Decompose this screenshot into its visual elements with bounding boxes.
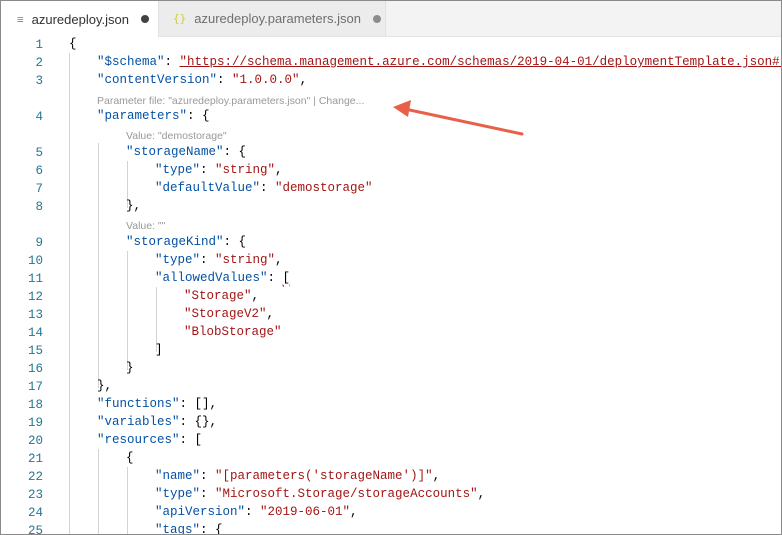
editor-window: ≡ azuredeploy.json {} azuredeploy.parame… [0, 0, 782, 535]
annotation-arrow [393, 100, 524, 136]
